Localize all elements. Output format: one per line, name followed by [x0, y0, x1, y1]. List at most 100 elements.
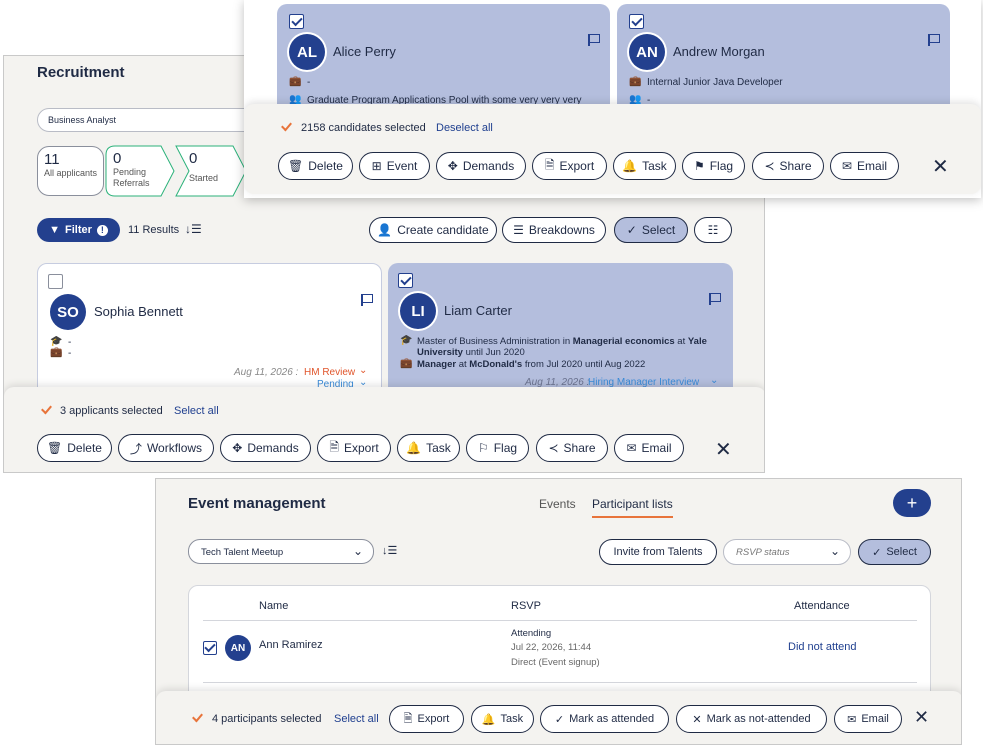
demands-button[interactable]: ✥ Demands: [436, 152, 526, 180]
stat-label: Started: [189, 173, 219, 183]
rsvp-status: Attending: [511, 628, 552, 639]
candidate-card[interactable]: AN Andrew Morgan 💼 Internal Junior Java …: [617, 4, 950, 114]
close-icon[interactable]: ✕: [914, 707, 929, 728]
settings-button[interactable]: ☷: [694, 217, 732, 243]
stat-count: 0: [189, 150, 198, 167]
export-button[interactable]: 🗎 Export: [532, 152, 607, 180]
x-icon: ✕: [692, 713, 702, 726]
sort-icon[interactable]: ↓☰: [382, 544, 397, 557]
sort-icon[interactable]: ↓☰: [185, 222, 202, 236]
flag-label: Flag: [493, 441, 518, 455]
card-checkbox[interactable]: [398, 273, 413, 288]
event-button[interactable]: ⊞ Event: [359, 152, 430, 180]
flag-icon[interactable]: [709, 293, 721, 305]
invite-from-talents-button[interactable]: Invite from Talents: [599, 539, 717, 565]
stage-name[interactable]: HM Review: [304, 367, 355, 378]
stat-pending-referrals[interactable]: 0 Pending Referrals: [105, 145, 175, 197]
flag-label: Flag: [709, 159, 734, 173]
mark-attended-button[interactable]: ✓ Mark as attended: [540, 705, 669, 733]
table-row[interactable]: AN Ann Ramirez Attending Jul 22, 2026, 1…: [203, 621, 917, 681]
avatar: AN: [225, 635, 251, 661]
chevron-down-icon[interactable]: ⌄: [710, 375, 718, 386]
demands-label: Demands: [247, 441, 299, 455]
selected-count: 4 participants selected: [212, 713, 322, 725]
create-candidate-button[interactable]: 👤 Create candidate: [369, 217, 497, 243]
briefcase-icon: 💼: [400, 358, 413, 369]
tab-events[interactable]: Events: [539, 497, 576, 511]
page-title: Recruitment: [37, 64, 125, 81]
flag-icon[interactable]: [928, 34, 940, 46]
close-icon[interactable]: ✕: [932, 154, 949, 179]
select-all-link[interactable]: Select all: [334, 713, 379, 725]
action-row: 🗑 Delete ⊞ Event ✥ Demands 🗎 Export 🔔 Task ⚑ F…: [278, 152, 918, 180]
breakdowns-button[interactable]: ☰ Breakdowns: [502, 217, 606, 243]
flag-icon[interactable]: [361, 294, 373, 306]
task-button[interactable]: 🔔 Task: [397, 434, 460, 462]
attendance-status[interactable]: Did not attend: [788, 641, 857, 653]
add-button[interactable]: +: [893, 489, 931, 517]
candidate-name: Alice Perry: [333, 44, 396, 59]
check-icon: [280, 122, 292, 134]
share-button[interactable]: ≺ Share: [536, 434, 608, 462]
select-button[interactable]: ✓ Select: [614, 217, 688, 243]
export-button[interactable]: 🗎 Export: [389, 705, 464, 733]
person-icon: 👤: [377, 223, 393, 237]
share-button[interactable]: ≺ Share: [752, 152, 824, 180]
candidate-card[interactable]: SO Sophia Bennett 🎓 - 💼 - Aug 11, 2026 :…: [37, 263, 382, 403]
email-button[interactable]: ✉ Email: [614, 434, 684, 462]
column-header-attendance: Attendance: [794, 600, 850, 612]
delete-button[interactable]: 🗑 Delete: [37, 434, 112, 462]
export-label: Export: [343, 441, 379, 455]
check-icon: [40, 405, 52, 417]
deselect-all-link[interactable]: Deselect all: [436, 122, 493, 134]
email-button[interactable]: ✉ Email: [830, 152, 899, 180]
plus-icon: +: [906, 492, 918, 513]
task-label: Task: [642, 159, 667, 173]
card-checkbox[interactable]: [289, 14, 304, 29]
job-title: Manager: [417, 359, 457, 370]
document-icon: 🗎: [329, 439, 339, 454]
stat-all-applicants[interactable]: 11 All applicants: [37, 146, 104, 196]
candidate-card[interactable]: LI Liam Carter 🎓 Master of Business Admi…: [388, 263, 733, 403]
results-count: 11 Results: [128, 224, 180, 236]
export-button[interactable]: 🗎 Export: [317, 434, 391, 462]
workflows-button[interactable]: ⤴ Workflows: [118, 434, 214, 462]
task-button[interactable]: 🔔 Task: [613, 152, 676, 180]
task-button[interactable]: 🔔 Task: [471, 705, 534, 733]
card-checkbox[interactable]: [629, 14, 644, 29]
rsvp-placeholder: RSVP status: [736, 547, 790, 558]
job-select[interactable]: Business Analyst: [37, 108, 257, 132]
email-button[interactable]: ✉ Email: [834, 705, 902, 733]
filter-icon: ▼: [49, 224, 60, 236]
avatar: LI: [400, 293, 436, 329]
delete-button[interactable]: 🗑 Delete: [278, 152, 353, 180]
breakdowns-label: Breakdowns: [528, 223, 595, 237]
select-all-link[interactable]: Select all: [174, 405, 219, 417]
event-label: Event: [386, 159, 418, 173]
flag-button[interactable]: ⚐ Flag: [466, 434, 529, 462]
card-checkbox[interactable]: [48, 274, 63, 289]
mark-not-attended-button[interactable]: ✕ Mark as not-attended: [676, 705, 827, 733]
mark-attended-label: Mark as attended: [569, 713, 655, 725]
close-icon[interactable]: ✕: [715, 437, 732, 462]
flag-button[interactable]: ⚑ Flag: [682, 152, 745, 180]
candidate-card[interactable]: AL Alice Perry 💼 - 👥 Graduate Program Ap…: [277, 4, 610, 114]
demands-button[interactable]: ✥ Demands: [220, 434, 311, 462]
flag-outline-icon: ⚐: [477, 441, 489, 455]
stat-started[interactable]: 0 Started: [175, 145, 247, 197]
select-button[interactable]: ✓ Select: [858, 539, 931, 565]
event-select[interactable]: Tech Talent Meetup ⌄: [188, 539, 374, 564]
candidate-name: Andrew Morgan: [673, 44, 765, 59]
row-checkbox[interactable]: [203, 641, 217, 655]
chevron-down-icon[interactable]: ⌄: [359, 365, 367, 376]
education-until: until Jun 2020: [462, 347, 525, 358]
briefcase-icon: 💼: [289, 76, 302, 87]
briefcase-icon: 💼: [629, 76, 642, 87]
rsvp-status-select[interactable]: RSVP status ⌄: [723, 539, 851, 565]
filter-button[interactable]: ▼ Filter !: [37, 218, 120, 242]
row-divider: [203, 682, 917, 683]
flag-icon[interactable]: [588, 34, 600, 46]
delete-label: Delete: [67, 441, 102, 455]
tab-participant-lists[interactable]: Participant lists: [592, 497, 673, 518]
column-header-name: Name: [259, 600, 289, 612]
